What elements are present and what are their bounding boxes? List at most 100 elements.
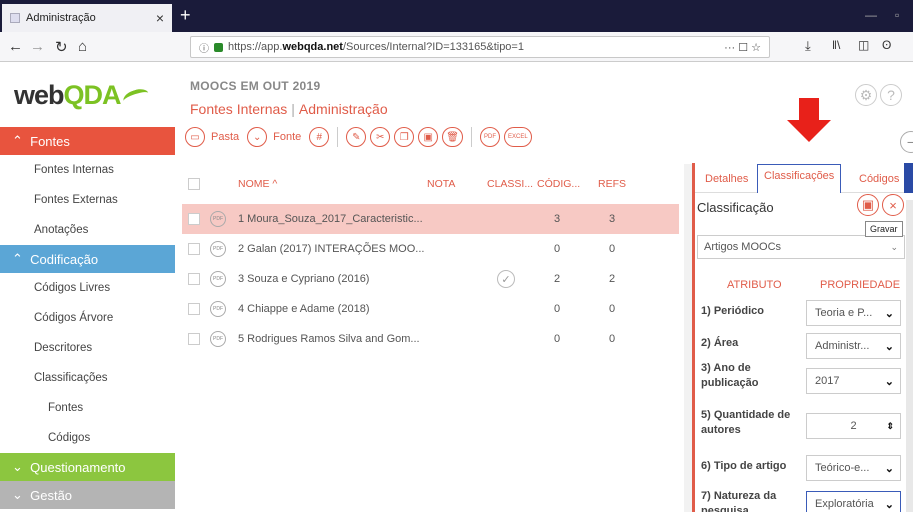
page-actions-icon[interactable]: ··· ☐ ☆: [724, 41, 761, 54]
close-tab-icon[interactable]: ×: [156, 10, 164, 26]
pasta-button[interactable]: Pasta: [211, 131, 239, 143]
gravar-tooltip: Gravar: [865, 221, 903, 237]
paste-icon[interactable]: ▣: [418, 127, 439, 147]
hash-icon[interactable]: #: [309, 127, 330, 147]
attribute-label: 5) Quantidade de autores: [701, 409, 791, 436]
row-checkbox[interactable]: [188, 243, 200, 255]
lock-icon: [214, 42, 223, 52]
fonte-button[interactable]: Fonte: [273, 131, 301, 143]
panel-scrollbar[interactable]: [906, 200, 913, 512]
row-checkbox[interactable]: [188, 303, 200, 315]
sidebar-header-fontes[interactable]: ⌃ Fontes: [0, 127, 175, 155]
tab-codigos[interactable]: Códigos: [859, 173, 899, 185]
col-nome[interactable]: NOME ^: [238, 178, 277, 190]
attribute-select[interactable]: Exploratória ⌄: [806, 491, 901, 512]
reload-icon[interactable]: ↻: [55, 38, 68, 56]
select-all-checkbox[interactable]: [188, 178, 200, 190]
back-icon[interactable]: ←: [8, 38, 23, 55]
logo-main: web: [14, 80, 65, 110]
collapse-icon[interactable]: −: [900, 131, 913, 153]
url-path: /Sources/Internal?ID=133165&tipo=1: [342, 41, 524, 53]
sources-table: NOME ^ NOTA CLASSI... CÓDIG... REFS PDF …: [182, 164, 679, 354]
browser-nav-bar: ← → ↻ ⌂ ⓘ https://app. webqda.net/Sources…: [0, 32, 913, 62]
cut-icon[interactable]: ✂: [370, 127, 391, 147]
webqda-logo: webQDA: [14, 80, 151, 111]
sidebar-icon[interactable]: ◫: [858, 38, 869, 52]
row-checkbox[interactable]: [188, 333, 200, 345]
attribute-select[interactable]: Administr... ⌄: [806, 333, 901, 359]
breadcrumb-administracao[interactable]: Administração: [299, 101, 388, 117]
classification-select[interactable]: Artigos MOOCs ⌄: [697, 235, 905, 259]
quantity-stepper[interactable]: 2 ⇕: [806, 413, 901, 439]
help-icon[interactable]: ?: [880, 84, 902, 106]
row-refs: 2: [608, 273, 616, 285]
project-title: MOOCS EM OUT 2019: [190, 79, 321, 93]
restore-icon[interactable]: ▫: [895, 8, 899, 22]
col-nota[interactable]: NOTA: [427, 178, 455, 190]
col-refs[interactable]: REFS: [597, 178, 627, 190]
home-icon[interactable]: ⌂: [78, 38, 87, 55]
pdf-icon: PDF: [210, 241, 226, 257]
edit-icon[interactable]: ✎: [346, 127, 367, 147]
sidebar-item-codigos-arvore[interactable]: Códigos Árvore: [0, 303, 175, 333]
chevron-down-icon[interactable]: ⌄: [247, 127, 268, 147]
panel-tabs: Detalhes Classificações Códigos: [695, 163, 913, 193]
sidebar-item-class-fontes[interactable]: Fontes: [0, 393, 175, 423]
copy-icon[interactable]: ❐: [394, 127, 415, 147]
settings-icon[interactable]: ⚙: [855, 84, 877, 106]
url-bar[interactable]: ⓘ https://app. webqda.net/Sources/Interna…: [190, 36, 770, 58]
row-cod: 3: [553, 213, 561, 225]
sidebar-item-codigos-livres[interactable]: Códigos Livres: [0, 273, 175, 303]
breadcrumb-fontes-internas[interactable]: Fontes Internas: [190, 101, 287, 117]
folder-icon[interactable]: ▭: [185, 127, 205, 147]
sidebar-header-codificacao[interactable]: ⌃ Codificação: [0, 245, 175, 273]
sidebar-item-class-codigos[interactable]: Códigos: [0, 423, 175, 453]
row-checkbox[interactable]: [188, 273, 200, 285]
row-refs: 0: [608, 243, 616, 255]
save-icon[interactable]: ▣: [857, 194, 879, 216]
table-row[interactable]: PDF 3 Souza e Cypriano (2016) ✓ 2 2: [182, 264, 679, 294]
table-row[interactable]: PDF 4 Chiappe e Adame (2018) 0 0: [182, 294, 679, 324]
panel-edge-tab: [904, 163, 913, 193]
info-icon[interactable]: ⓘ: [199, 40, 209, 55]
sidebar-item-anotacoes[interactable]: Anotações: [0, 215, 175, 245]
sidebar-header-questionamento[interactable]: ⌄ Questionamento: [0, 453, 175, 481]
table-header: NOME ^ NOTA CLASSI... CÓDIG... REFS: [182, 164, 679, 204]
row-refs: 0: [608, 303, 616, 315]
table-row[interactable]: PDF 2 Galan (2017) INTERAÇÕES MOO... 0 0: [182, 234, 679, 264]
browser-tab-bar: Administração × + — ▫: [0, 0, 913, 32]
close-icon[interactable]: ×: [882, 194, 904, 216]
account-icon[interactable]: ʘ: [882, 38, 891, 52]
row-refs: 0: [608, 333, 616, 345]
tab-classificacoes[interactable]: Classificações: [757, 164, 842, 193]
forward-icon[interactable]: →: [30, 38, 45, 55]
sidebar-item-fontes-internas[interactable]: Fontes Internas: [0, 155, 175, 185]
browser-tab[interactable]: Administração ×: [2, 4, 172, 32]
pdf-icon: PDF: [210, 301, 226, 317]
sidebar-item-fontes-externas[interactable]: Fontes Externas: [0, 185, 175, 215]
attribute-select[interactable]: Teoria e P... ⌄: [806, 300, 901, 326]
col-classi[interactable]: CLASSI...: [487, 178, 533, 190]
attribute-select[interactable]: Teórico-e... ⌄: [806, 455, 901, 481]
minimize-icon[interactable]: —: [865, 8, 877, 22]
export-excel-button[interactable]: EXCEL: [503, 127, 532, 147]
table-row[interactable]: PDF 5 Rodrigues Ramos Silva and Gom... 0…: [182, 324, 679, 354]
sidebar-header-gestao[interactable]: ⌄ Gestão: [0, 481, 175, 509]
row-checkbox[interactable]: [188, 213, 200, 225]
table-scrollbar[interactable]: [684, 164, 692, 512]
tab-detalhes[interactable]: Detalhes: [705, 173, 748, 185]
attribute-label: 7) Natureza da pesquisa: [701, 490, 777, 512]
classified-check-icon: ✓: [497, 270, 515, 288]
attribute-select[interactable]: 2017 ⌄: [806, 368, 901, 394]
new-tab-button[interactable]: +: [180, 5, 191, 26]
table-row[interactable]: PDF 1 Moura_Souza_2017_Caracteristic... …: [182, 204, 679, 234]
favicon-icon: [10, 13, 20, 23]
col-codig[interactable]: CÓDIG...: [537, 178, 580, 190]
pdf-icon: PDF: [210, 211, 226, 227]
library-icon[interactable]: ‖\: [832, 38, 840, 52]
export-pdf-button[interactable]: PDF: [479, 127, 500, 147]
sidebar-item-classificacoes[interactable]: Classificações: [0, 363, 175, 393]
download-icon[interactable]: ⤓: [805, 38, 811, 54]
delete-icon[interactable]: 🗑: [442, 127, 463, 147]
sidebar-item-descritores[interactable]: Descritores: [0, 333, 175, 363]
